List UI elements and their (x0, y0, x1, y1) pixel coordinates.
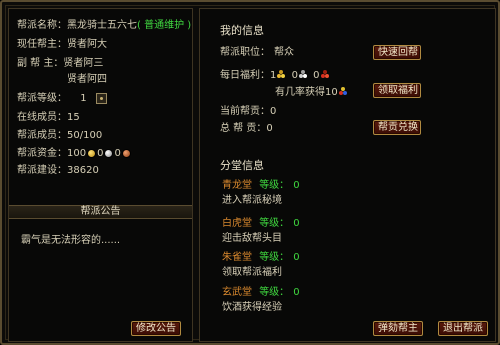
leader-label: 现任帮主： (17, 39, 67, 50)
hall-level-label: 等级： (259, 180, 290, 191)
level-label: 帮派等级： (17, 93, 67, 104)
guild-name-row: 帮派名称：黑龙骑士五六七( 普通维护 ) (17, 19, 191, 33)
impeach-leader-button[interactable]: 弹劾帮主 (373, 321, 423, 336)
total-contrib-value: 0 (266, 123, 273, 134)
hall-level-value: 0 (293, 287, 300, 298)
hall-level-value: 0 (293, 252, 300, 263)
guild-overview-panel: 帮派名称：黑龙骑士五六七( 普通维护 ) 现任帮主：贤者阿大 副 帮 主：贤者阿… (8, 8, 193, 342)
hall-name: 白虎堂 (222, 218, 252, 229)
vice-leader-1: 贤者阿三 (63, 58, 104, 69)
position-row: 帮派职位： 帮众 (220, 46, 294, 60)
build-label: 帮派建设： (17, 165, 67, 176)
online-label: 在线成员： (17, 112, 67, 123)
level-row: 帮派等级： 1 (17, 92, 107, 106)
contrib-exchange-button[interactable]: 帮贡兑换 (373, 120, 421, 135)
hall-level-label: 等级： (259, 252, 290, 263)
guild-name: 黑龙骑士五六七 (67, 20, 137, 31)
online-count: 15 (67, 112, 80, 123)
current-contrib-row: 当前帮贡：0 (220, 105, 276, 119)
vice-leader-label: 副 帮 主： (17, 58, 64, 69)
gold-ore-icon (277, 70, 287, 80)
hall-qinglong-row: 青龙堂 等级： 0 (222, 179, 300, 193)
branch-info-title: 分堂信息 (220, 159, 264, 172)
hall-name: 玄武堂 (222, 287, 252, 298)
position-label: 帮派职位： (220, 47, 270, 58)
guild-window: 帮派名称：黑龙骑士五六七( 普通维护 ) 现任帮主：贤者阿大 副 帮 主：贤者阿… (0, 0, 500, 345)
daily-welfare-label: 每日福利： (220, 70, 270, 81)
quick-return-button[interactable]: 快速回帮 (373, 45, 421, 60)
funds-label: 帮派资金： (17, 148, 67, 159)
hall-xuanwu-desc: 饮酒获得经验 (222, 302, 282, 313)
daily-welfare-row-2: 有几率获得10 (275, 86, 350, 100)
hall-qinglong-desc: 进入帮派秘境 (222, 195, 282, 206)
silver-ore-icon (298, 70, 309, 80)
leader-name: 贤者阿大 (67, 39, 107, 50)
hall-name: 青龙堂 (222, 180, 252, 191)
funds-gold-value: 100 (67, 148, 87, 159)
edit-notice-button[interactable]: 修改公告 (131, 321, 181, 336)
my-info-title: 我的信息 (220, 24, 264, 37)
funds-silver-value: 0 (97, 148, 104, 159)
daily-gold-count: 1 (270, 70, 277, 81)
guild-name-label: 帮派名称： (17, 20, 67, 31)
vice-leader-row-2: 贤者阿四 (67, 73, 107, 87)
hall-baihu-row: 白虎堂 等级： 0 (222, 217, 300, 231)
level-detail-icon[interactable] (95, 92, 107, 104)
funds-copper-value: 0 (114, 148, 121, 159)
hall-level-value: 0 (293, 180, 300, 191)
vice-leader-2: 贤者阿四 (67, 74, 107, 85)
claim-welfare-button[interactable]: 领取福利 (373, 83, 421, 98)
leader-row: 现任帮主：贤者阿大 (17, 38, 107, 52)
hall-xuanwu-row: 玄武堂 等级： 0 (222, 286, 300, 300)
daily-welfare-row: 每日福利：1 0 0 (220, 69, 332, 83)
red-ore-icon (320, 70, 331, 80)
gem-bag-icon (338, 87, 349, 97)
funds-row: 帮派资金：100 0 0 (17, 147, 132, 161)
build-row: 帮派建设：38620 (17, 164, 99, 178)
members-label: 帮派成员： (17, 130, 67, 141)
hall-zhuque-row: 朱雀堂 等级： 0 (222, 251, 300, 265)
members-row: 帮派成员：50/100 (17, 129, 102, 143)
guild-status: ( 普通维护 ) (137, 20, 192, 31)
vice-leader-row: 副 帮 主：贤者阿三 (17, 57, 103, 71)
current-contrib-value: 0 (270, 106, 277, 117)
notice-header: 帮派公告 (9, 205, 192, 219)
current-contrib-label: 当前帮贡： (220, 106, 270, 117)
daily-chance-text: 有几率获得10 (275, 87, 338, 98)
guild-level: 1 (80, 93, 87, 104)
members-count: 50/100 (67, 130, 103, 141)
personal-info-panel: 我的信息 帮派职位： 帮众 快速回帮 每日福利：1 0 0 有几率获得10 领取福… (199, 8, 496, 342)
hall-level-value: 0 (293, 218, 300, 229)
daily-red-count: 0 (313, 70, 320, 81)
total-contrib-row: 总 帮 贡：0 (220, 122, 273, 136)
hall-zhuque-desc: 领取帮派福利 (222, 267, 282, 278)
notice-text: 霸气是无法形容的...... (21, 235, 121, 246)
silver-coin-icon (104, 148, 114, 158)
total-contrib-label: 总 帮 贡： (220, 123, 267, 134)
hall-level-label: 等级： (259, 218, 290, 229)
hall-level-label: 等级： (259, 287, 290, 298)
online-row: 在线成员：15 (17, 111, 80, 125)
hall-name: 朱雀堂 (222, 252, 252, 263)
position-value: 帮众 (274, 47, 294, 58)
copper-coin-icon (121, 148, 131, 158)
build-value: 38620 (67, 165, 99, 176)
hall-baihu-desc: 迎击敌帮头目 (222, 233, 282, 244)
gold-coin-icon (87, 148, 97, 158)
leave-guild-button[interactable]: 退出帮派 (438, 321, 488, 336)
notice-title: 帮派公告 (80, 206, 121, 217)
daily-silver-count: 0 (291, 70, 298, 81)
